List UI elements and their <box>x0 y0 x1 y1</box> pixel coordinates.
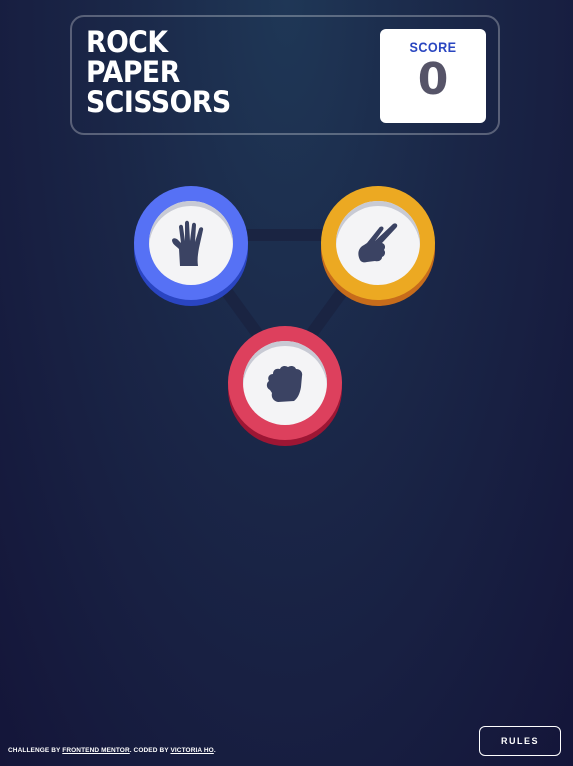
credit-suffix: . <box>213 747 216 754</box>
paper-button[interactable] <box>134 186 248 304</box>
paper-hand-icon <box>170 219 212 267</box>
rules-button[interactable]: RULES <box>479 726 561 756</box>
author-link[interactable]: VICTORIA HO <box>170 747 213 754</box>
game-board <box>0 0 573 766</box>
footer-credit: CHALLENGE BY FRONTEND MENTOR. CODED BY V… <box>8 747 216 754</box>
frontend-mentor-link[interactable]: FRONTEND MENTOR <box>62 747 129 754</box>
credit-middle: . CODED BY <box>129 747 171 754</box>
scissors-hand-icon <box>355 222 401 264</box>
scissors-inner <box>336 201 420 285</box>
paper-inner <box>149 201 233 285</box>
rock-button[interactable] <box>228 326 342 444</box>
credit-prefix: CHALLENGE BY <box>8 747 63 754</box>
scissors-button[interactable] <box>321 186 435 304</box>
rock-fist-icon <box>264 363 306 403</box>
rock-inner <box>243 341 327 425</box>
